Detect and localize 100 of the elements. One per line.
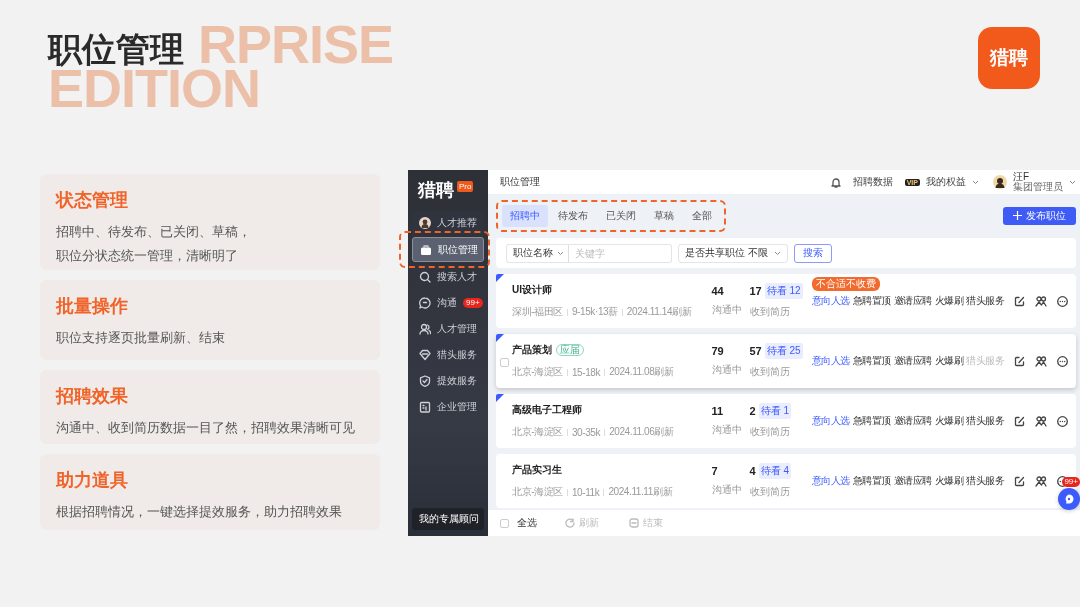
action-link[interactable]: 邀请应聘 — [893, 474, 932, 488]
share-dropdown[interactable]: 是否共享职位 不限 — [678, 243, 788, 263]
count-badge: 99+ — [1062, 477, 1080, 487]
tab[interactable]: 草稿 — [646, 204, 682, 227]
action-link[interactable]: 意向人选 — [811, 354, 850, 368]
feature-text: 沟通中、收到简历数据一目了然，招聘效果清晰可见 — [56, 419, 356, 437]
plus-icon — [1013, 211, 1022, 220]
action-link[interactable]: 意向人选 — [811, 294, 850, 308]
action-link[interactable]: 猎头服务 — [966, 474, 1004, 488]
nav-label: 沟通 — [437, 295, 457, 310]
nav-label: 提效服务 — [437, 373, 477, 388]
more-icon[interactable] — [1057, 355, 1068, 367]
job-meta: 9-15k·13薪 — [571, 305, 618, 319]
caret-icon — [972, 179, 979, 185]
unread-badge: 待看 4 — [758, 463, 791, 479]
edit-icon[interactable] — [1014, 475, 1025, 487]
sidebar-item[interactable]: 企业管理 — [412, 395, 484, 418]
nav-label: 人才推荐 — [437, 215, 477, 230]
tab[interactable]: 全部 — [684, 204, 720, 227]
footer-action-label: 结束 — [643, 516, 663, 530]
action-link[interactable]: 意向人选 — [811, 414, 850, 428]
action-link[interactable]: 急聘置顶 — [852, 294, 891, 308]
action-link[interactable]: 火爆刷 — [934, 474, 963, 488]
shield-icon — [419, 374, 431, 387]
job-meta: 30-35k — [571, 426, 601, 438]
nav-label: 企业管理 — [437, 399, 477, 414]
sidebar-item[interactable]: 猎头服务 — [412, 343, 484, 366]
sidebar-item[interactable]: 提效服务 — [412, 369, 484, 392]
edit-icon[interactable] — [1014, 295, 1025, 307]
job-meta: 10-11k — [571, 486, 600, 498]
stat-value: 11 — [711, 405, 725, 417]
action-link[interactable]: 火爆刷 — [934, 294, 963, 308]
unread-badge: 待看 1 — [758, 403, 791, 419]
action-link[interactable]: 火爆刷 — [934, 354, 963, 368]
stat-label: 收到简历 — [749, 365, 791, 379]
action-link[interactable]: 邀请应聘 — [893, 414, 932, 428]
nav-label: 猎头服务 — [437, 347, 477, 362]
refresh-icon — [565, 518, 575, 528]
select-all-label[interactable]: 全选 — [517, 516, 537, 530]
sidebar-item[interactable]: 沟通 99+ — [412, 291, 484, 314]
action-link[interactable]: 急聘置顶 — [852, 474, 891, 488]
page-title: 职位管理 — [500, 175, 540, 189]
sidebar-item[interactable]: 人才推荐 — [412, 211, 484, 234]
action-link[interactable]: 火爆刷 — [934, 414, 963, 428]
user-role: 集团管理员 — [1013, 182, 1063, 192]
feature-text: 根据招聘情况，一键选择提效服务，助力招聘效果 — [56, 503, 343, 521]
action-link[interactable]: 意向人选 — [811, 474, 850, 488]
people-icon[interactable] — [1035, 415, 1047, 427]
search-button[interactable]: 搜索 — [793, 243, 832, 263]
advisor-button[interactable]: 我的专属顾问 — [412, 508, 484, 530]
tab[interactable]: 待发布 — [550, 204, 596, 227]
stat-label: 收到简历 — [749, 485, 791, 499]
people-icon — [419, 322, 431, 335]
bell-icon[interactable] — [830, 176, 841, 188]
tab[interactable]: 招聘中 — [502, 204, 548, 227]
tab[interactable]: 已关闭 — [598, 204, 644, 227]
people-icon[interactable] — [1035, 355, 1047, 367]
publish-button[interactable]: 发布职位 — [1003, 206, 1076, 225]
action-link[interactable]: 邀请应聘 — [893, 354, 932, 368]
keyword-input[interactable]: 关键字 — [568, 243, 672, 263]
job-title[interactable]: 产品策划 — [512, 343, 552, 357]
data-link[interactable]: 招聘数据 — [852, 175, 893, 189]
edit-icon[interactable] — [1014, 355, 1025, 367]
job-card[interactable]: UI设计师 深圳-福田区 9-15k·13薪 2024.11.14刷新 44 沟通中 17 待看 12 收到简历 不合适不收费 意向人选 急聘置顶 邀请应聘 火爆刷 猎头服务 — [496, 274, 1076, 328]
more-icon[interactable] — [1057, 295, 1068, 307]
job-title[interactable]: UI设计师 — [512, 283, 552, 297]
action-link[interactable]: 猎头服务 — [966, 414, 1004, 428]
sidebar-item[interactable]: 搜索人才 — [412, 265, 484, 288]
benefits-menu[interactable]: 我的权益 — [926, 175, 966, 189]
people-icon[interactable] — [1035, 295, 1047, 307]
chat-bubble-icon — [419, 296, 431, 309]
edit-icon[interactable] — [1014, 415, 1025, 427]
stat-value: 79 — [711, 345, 725, 357]
feature-text: 职位分状态统一管理，清晰明了 — [56, 247, 239, 265]
nav-label: 人才管理 — [437, 321, 477, 336]
people-icon[interactable] — [1035, 475, 1047, 487]
feature-title: 状态管理 — [56, 189, 129, 212]
checkbox[interactable] — [500, 518, 509, 528]
job-title[interactable]: 产品实习生 — [512, 463, 562, 477]
job-title[interactable]: 高级电子工程师 — [512, 403, 582, 417]
action-link[interactable]: 猎头服务 — [966, 294, 1004, 308]
feature-text: 招聘中、待发布、已关闭、草稿， — [56, 223, 252, 241]
action-link[interactable]: 急聘置顶 — [852, 354, 891, 368]
stat-value: 4 — [749, 465, 756, 477]
job-card[interactable]: 高级电子工程师 北京-海淀区 30-35k 2024.11.06刷新 11 沟通中 2 待看 1 收到简历 意向人选 急聘置顶 邀请应聘 火爆刷 猎头服务 — [496, 394, 1076, 448]
stat-value: 44 — [711, 285, 725, 297]
sidebar-item[interactable]: 职位管理 — [412, 237, 484, 262]
sidebar-item[interactable]: 人才管理 — [412, 317, 484, 340]
nav-label: 搜索人才 — [437, 269, 477, 284]
user-name: 汪F — [1013, 172, 1030, 182]
action-link[interactable]: 急聘置顶 — [852, 414, 891, 428]
more-icon[interactable] — [1057, 415, 1068, 427]
stat-label: 沟通中 — [711, 423, 743, 437]
field-dropdown[interactable]: 职位名称 — [506, 243, 568, 263]
stat-value: 2 — [749, 405, 756, 417]
caret-icon — [557, 250, 564, 256]
action-link[interactable]: 邀请应聘 — [893, 294, 932, 308]
checkbox[interactable] — [500, 358, 509, 367]
chat-button[interactable] — [1058, 488, 1080, 510]
diamond-icon — [419, 348, 431, 361]
